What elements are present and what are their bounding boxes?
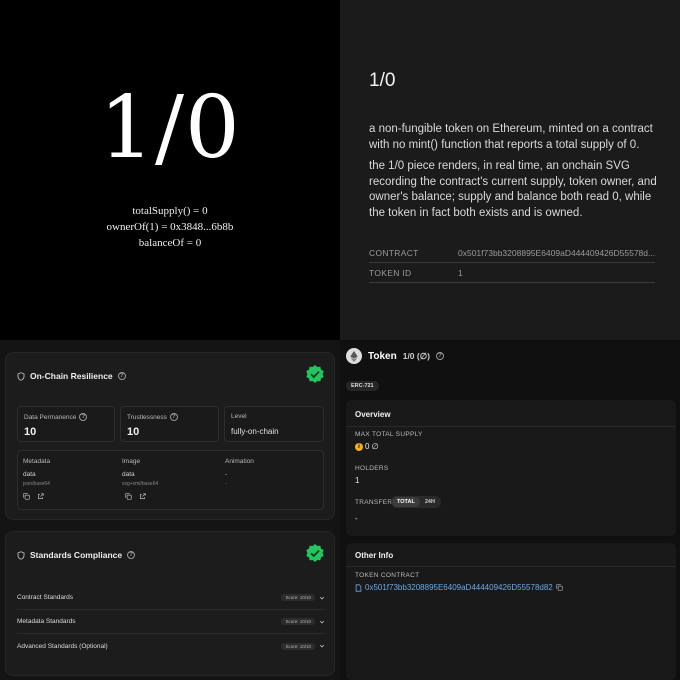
- storage-animation-type: -: [225, 471, 228, 478]
- token-contract-row: 0x501f73bb3208895E6409aD444409426D55578d…: [355, 583, 563, 592]
- score-badge: Score: 10/10: [281, 594, 315, 601]
- storage-metadata-encoding: json/base64: [23, 481, 50, 487]
- artwork-line-balance: balanceOf = 0: [138, 237, 202, 249]
- file-icon: [355, 583, 362, 592]
- metric-value: 10: [24, 426, 37, 438]
- chevron-down-icon[interactable]: [319, 595, 325, 601]
- metric-level: Level fully-on-chain: [224, 406, 324, 442]
- resilience-title: On-Chain Resilience ?: [17, 371, 126, 381]
- metric-label: Trustlessness: [127, 413, 167, 421]
- help-icon[interactable]: ?: [117, 372, 126, 380]
- score-badge: Score: 10/10: [281, 618, 315, 625]
- standards-row-label: Advanced Standards (Optional): [17, 642, 108, 650]
- ethereum-icon: [346, 348, 362, 364]
- verified-badge-icon: [306, 544, 324, 562]
- artwork-title: 1/0: [99, 78, 241, 178]
- storage-box: Metadata data json/base64 Image data svg…: [17, 450, 324, 510]
- standards-card: Standards Compliance ? Contract Standard…: [5, 531, 335, 676]
- artwork-panel: 1/0 totalSupply() = 0 ownerOf(1) = 0x384…: [0, 0, 340, 340]
- info-coin-icon: i: [355, 442, 363, 451]
- metric-trustlessness: Trustlessness? 10: [120, 406, 219, 442]
- artwork-lines: totalSupply() = 0 ownerOf(1) = 0x3848...…: [0, 203, 340, 251]
- token-header: Token 1/0 (∅) ?: [346, 348, 444, 364]
- resilience-title-text: On-Chain Resilience: [30, 371, 113, 381]
- storage-metadata-label: Metadata: [23, 458, 51, 465]
- token-name: Token: [368, 350, 397, 362]
- divider: [346, 566, 676, 567]
- standards-row-advanced[interactable]: Advanced Standards (Optional) Score: 10/…: [17, 634, 325, 658]
- table-row-contract: CONTRACT 0x501f73bb3208895E6409aD4444094…: [369, 243, 655, 263]
- verified-badge-icon: [306, 365, 324, 383]
- score-badge: Score: 10/10: [281, 642, 315, 650]
- artwork-line-supply: totalSupply() = 0: [132, 205, 208, 217]
- table-row-token-id: TOKEN ID 1: [369, 263, 655, 283]
- storage-image-encoding: svg+xml/base64: [122, 481, 159, 487]
- standards-row-label: Metadata Standards: [17, 618, 76, 625]
- tab-24h[interactable]: 24H: [420, 497, 440, 507]
- standards-title: Standards Compliance ?: [17, 550, 136, 560]
- standards-row-contract[interactable]: Contract Standards Score: 10/10: [17, 586, 325, 610]
- token-contract-label: TOKEN CONTRACT: [355, 572, 420, 579]
- metric-value: 10: [127, 426, 140, 438]
- max-supply-value: i0 ∅: [355, 442, 379, 451]
- chevron-down-icon[interactable]: [319, 643, 325, 649]
- transfers-toggle: TOTAL 24H: [391, 496, 441, 508]
- row-value: 1: [458, 267, 463, 278]
- overview-title: Overview: [355, 410, 391, 419]
- row-key: TOKEN ID: [369, 267, 412, 278]
- tab-total[interactable]: TOTAL: [392, 497, 420, 507]
- storage-metadata-type: data: [23, 471, 36, 478]
- metric-data-permanence: Data Permanence? 10: [17, 406, 115, 442]
- resilience-card: On-Chain Resilience ? Data Permanence? 1…: [5, 352, 335, 520]
- copy-icon[interactable]: [23, 493, 30, 500]
- metric-label: Data Permanence: [24, 413, 77, 421]
- description-title: 1/0: [369, 70, 396, 91]
- standards-row-metadata[interactable]: Metadata Standards Score: 10/10: [17, 610, 325, 634]
- storage-image-label: Image: [122, 458, 141, 465]
- description-paragraph-1: a non-fungible token on Ethereum, minted…: [369, 123, 653, 151]
- description-panel: 1/0 a non-fungible token on Ethereum, mi…: [340, 0, 680, 340]
- help-icon[interactable]: ?: [435, 352, 444, 360]
- overview-card: Overview MAX TOTAL SUPPLY i0 ∅ HOLDERS 1…: [346, 400, 676, 536]
- storage-image-type: data: [122, 471, 135, 478]
- copy-icon[interactable]: [125, 493, 132, 500]
- resilience-panel: On-Chain Resilience ? Data Permanence? 1…: [0, 340, 340, 680]
- shield-icon: [17, 371, 25, 381]
- metric-value: fully-on-chain: [231, 427, 279, 436]
- transfers-value: -: [355, 514, 358, 523]
- token-symbol: 1/0 (∅): [402, 350, 430, 361]
- max-supply-label: MAX TOTAL SUPPLY: [355, 431, 423, 438]
- other-info-title: Other Info: [355, 551, 394, 560]
- contract-address-link[interactable]: 0x501f73bb3208895E6409aD444409426D55578d…: [458, 248, 655, 258]
- artwork-line-owner: ownerOf(1) = 0x3848...6b8b: [106, 221, 234, 233]
- description-table: CONTRACT 0x501f73bb3208895E6409aD4444094…: [369, 243, 655, 283]
- row-key: CONTRACT: [369, 247, 419, 258]
- holders-label: HOLDERS: [355, 465, 389, 472]
- external-link-icon[interactable]: [37, 493, 44, 500]
- help-icon[interactable]: ?: [79, 413, 88, 421]
- token-panel: Token 1/0 (∅) ? ERC-721 Overview MAX TOT…: [340, 340, 680, 680]
- help-icon[interactable]: ?: [127, 551, 136, 559]
- chevron-down-icon[interactable]: [319, 619, 325, 625]
- holders-value: 1: [355, 476, 360, 485]
- erc-standard-badge: ERC-721: [346, 381, 379, 391]
- description-paragraph-2: the 1/0 piece renders, in real time, an …: [369, 160, 657, 219]
- token-contract-link[interactable]: 0x501f73bb3208895E6409aD444409426D55578d…: [365, 583, 553, 592]
- help-icon[interactable]: ?: [169, 413, 178, 421]
- standards-title-text: Standards Compliance: [30, 550, 123, 560]
- other-info-card: Other Info TOKEN CONTRACT 0x501f73bb3208…: [346, 543, 676, 680]
- storage-animation-label: Animation: [225, 458, 254, 465]
- shield-icon: [17, 550, 25, 560]
- standards-row-label: Contract Standards: [17, 594, 74, 601]
- storage-animation-encoding: -: [225, 481, 227, 487]
- max-supply-text: 0 ∅: [365, 442, 379, 451]
- divider: [346, 426, 676, 427]
- external-link-icon[interactable]: [139, 493, 146, 500]
- copy-icon[interactable]: [556, 584, 563, 591]
- metric-label: Level: [231, 413, 247, 420]
